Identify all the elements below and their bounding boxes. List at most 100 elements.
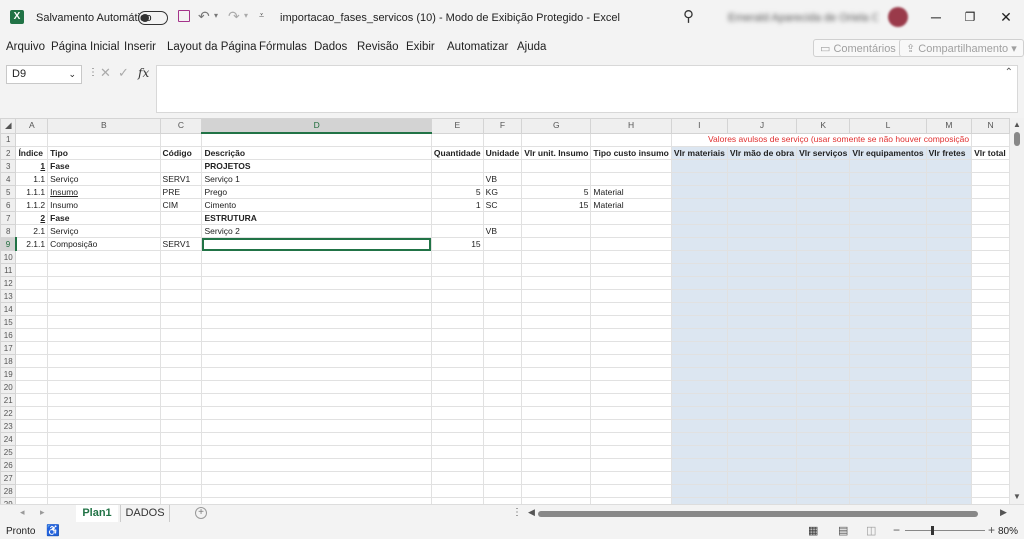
cell[interactable] xyxy=(521,276,592,290)
cell[interactable] xyxy=(726,315,798,329)
cell[interactable] xyxy=(430,471,484,485)
cell[interactable] xyxy=(15,289,49,303)
cell[interactable] xyxy=(47,328,161,342)
cell[interactable] xyxy=(925,341,973,355)
cell[interactable] xyxy=(726,432,798,446)
column-header-c[interactable]: C xyxy=(159,118,203,134)
cell[interactable] xyxy=(670,224,728,238)
select-all-corner[interactable]: ◢ xyxy=(0,118,17,134)
cell[interactable] xyxy=(670,367,728,381)
cell[interactable] xyxy=(430,354,484,368)
cell[interactable] xyxy=(971,380,1010,394)
enter-icon[interactable]: ✓ xyxy=(118,65,129,81)
cell[interactable] xyxy=(796,445,851,459)
cell[interactable] xyxy=(430,289,484,303)
cell[interactable] xyxy=(521,289,592,303)
cell[interactable] xyxy=(159,406,203,420)
cell[interactable] xyxy=(670,380,728,394)
vertical-scrollbar[interactable]: ▲ ▼ xyxy=(1010,118,1024,504)
cell[interactable] xyxy=(726,406,798,420)
cell[interactable] xyxy=(521,380,592,394)
customize-toolbar-icon[interactable]: ⩡ xyxy=(259,10,264,21)
cell[interactable] xyxy=(726,198,798,212)
cell[interactable] xyxy=(971,471,1010,485)
column-header-i[interactable]: I xyxy=(670,118,728,134)
cell[interactable] xyxy=(670,198,728,212)
cell[interactable] xyxy=(849,276,927,290)
cell[interactable] xyxy=(796,471,851,485)
cell[interactable] xyxy=(482,276,523,290)
cell[interactable] xyxy=(670,211,728,225)
cell[interactable] xyxy=(670,276,728,290)
cell[interactable] xyxy=(726,445,798,459)
cell[interactable]: Composição xyxy=(47,237,161,251)
cell[interactable] xyxy=(159,458,203,472)
cell[interactable] xyxy=(521,393,592,407)
cell[interactable] xyxy=(925,224,973,238)
cell[interactable] xyxy=(726,354,798,368)
cell[interactable]: PRE xyxy=(159,185,203,199)
row-header[interactable]: 26 xyxy=(0,458,17,472)
cell[interactable] xyxy=(925,276,973,290)
cell[interactable] xyxy=(159,263,203,277)
cell[interactable] xyxy=(521,471,592,485)
cell[interactable] xyxy=(201,367,432,381)
menu-ajuda[interactable]: Ajuda xyxy=(517,41,546,53)
cell[interactable] xyxy=(47,432,161,446)
cell[interactable]: SC xyxy=(482,198,523,212)
cell[interactable] xyxy=(971,315,1010,329)
more-options-icon[interactable]: ⋮ xyxy=(88,67,98,78)
zoom-in-icon[interactable]: + xyxy=(988,523,995,537)
cancel-icon[interactable]: ✕ xyxy=(100,65,111,81)
cell[interactable] xyxy=(670,250,728,264)
cell[interactable] xyxy=(925,198,973,212)
cell[interactable] xyxy=(47,289,161,303)
cell[interactable] xyxy=(590,458,672,472)
cell[interactable] xyxy=(430,159,484,173)
cell[interactable] xyxy=(796,289,851,303)
cell[interactable] xyxy=(971,458,1010,472)
row-header[interactable]: 12 xyxy=(0,276,17,290)
cell[interactable] xyxy=(159,159,203,173)
cell[interactable] xyxy=(47,354,161,368)
cell[interactable] xyxy=(15,484,49,498)
new-sheet-icon[interactable]: + xyxy=(195,507,207,519)
cell[interactable] xyxy=(925,471,973,485)
cell[interactable] xyxy=(47,406,161,420)
cell[interactable] xyxy=(590,302,672,316)
cell[interactable] xyxy=(47,445,161,459)
cell[interactable] xyxy=(482,354,523,368)
cell[interactable] xyxy=(726,172,798,186)
cell[interactable] xyxy=(521,302,592,316)
cell[interactable] xyxy=(590,406,672,420)
formula-input[interactable]: ⌃ xyxy=(156,65,1018,113)
header-cell[interactable]: Vlr unit. Insumo xyxy=(521,146,592,160)
comments-button[interactable]: ▭ Comentários xyxy=(813,39,903,57)
undo-dropdown-icon[interactable]: ▾ xyxy=(214,11,218,20)
cell[interactable] xyxy=(201,276,432,290)
cell[interactable] xyxy=(201,132,432,147)
cell[interactable] xyxy=(430,172,484,186)
cell[interactable] xyxy=(726,159,798,173)
cell[interactable] xyxy=(971,445,1010,459)
autosave-toggle[interactable] xyxy=(138,11,168,25)
cell[interactable] xyxy=(726,380,798,394)
cell[interactable] xyxy=(430,432,484,446)
cell[interactable] xyxy=(849,393,927,407)
cell[interactable] xyxy=(971,224,1010,238)
cell[interactable] xyxy=(670,419,728,433)
restore-icon[interactable]: ❐ xyxy=(956,5,984,29)
cell[interactable] xyxy=(670,172,728,186)
cell[interactable] xyxy=(670,484,728,498)
cell[interactable] xyxy=(925,159,973,173)
cell[interactable] xyxy=(482,445,523,459)
column-header-f[interactable]: F xyxy=(482,118,523,134)
cell[interactable] xyxy=(430,380,484,394)
cell[interactable] xyxy=(849,354,927,368)
cell[interactable]: Material xyxy=(590,198,672,212)
cell[interactable] xyxy=(47,263,161,277)
row-header[interactable]: 21 xyxy=(0,393,17,407)
cell[interactable] xyxy=(15,341,49,355)
cell[interactable] xyxy=(796,419,851,433)
cell[interactable] xyxy=(430,419,484,433)
